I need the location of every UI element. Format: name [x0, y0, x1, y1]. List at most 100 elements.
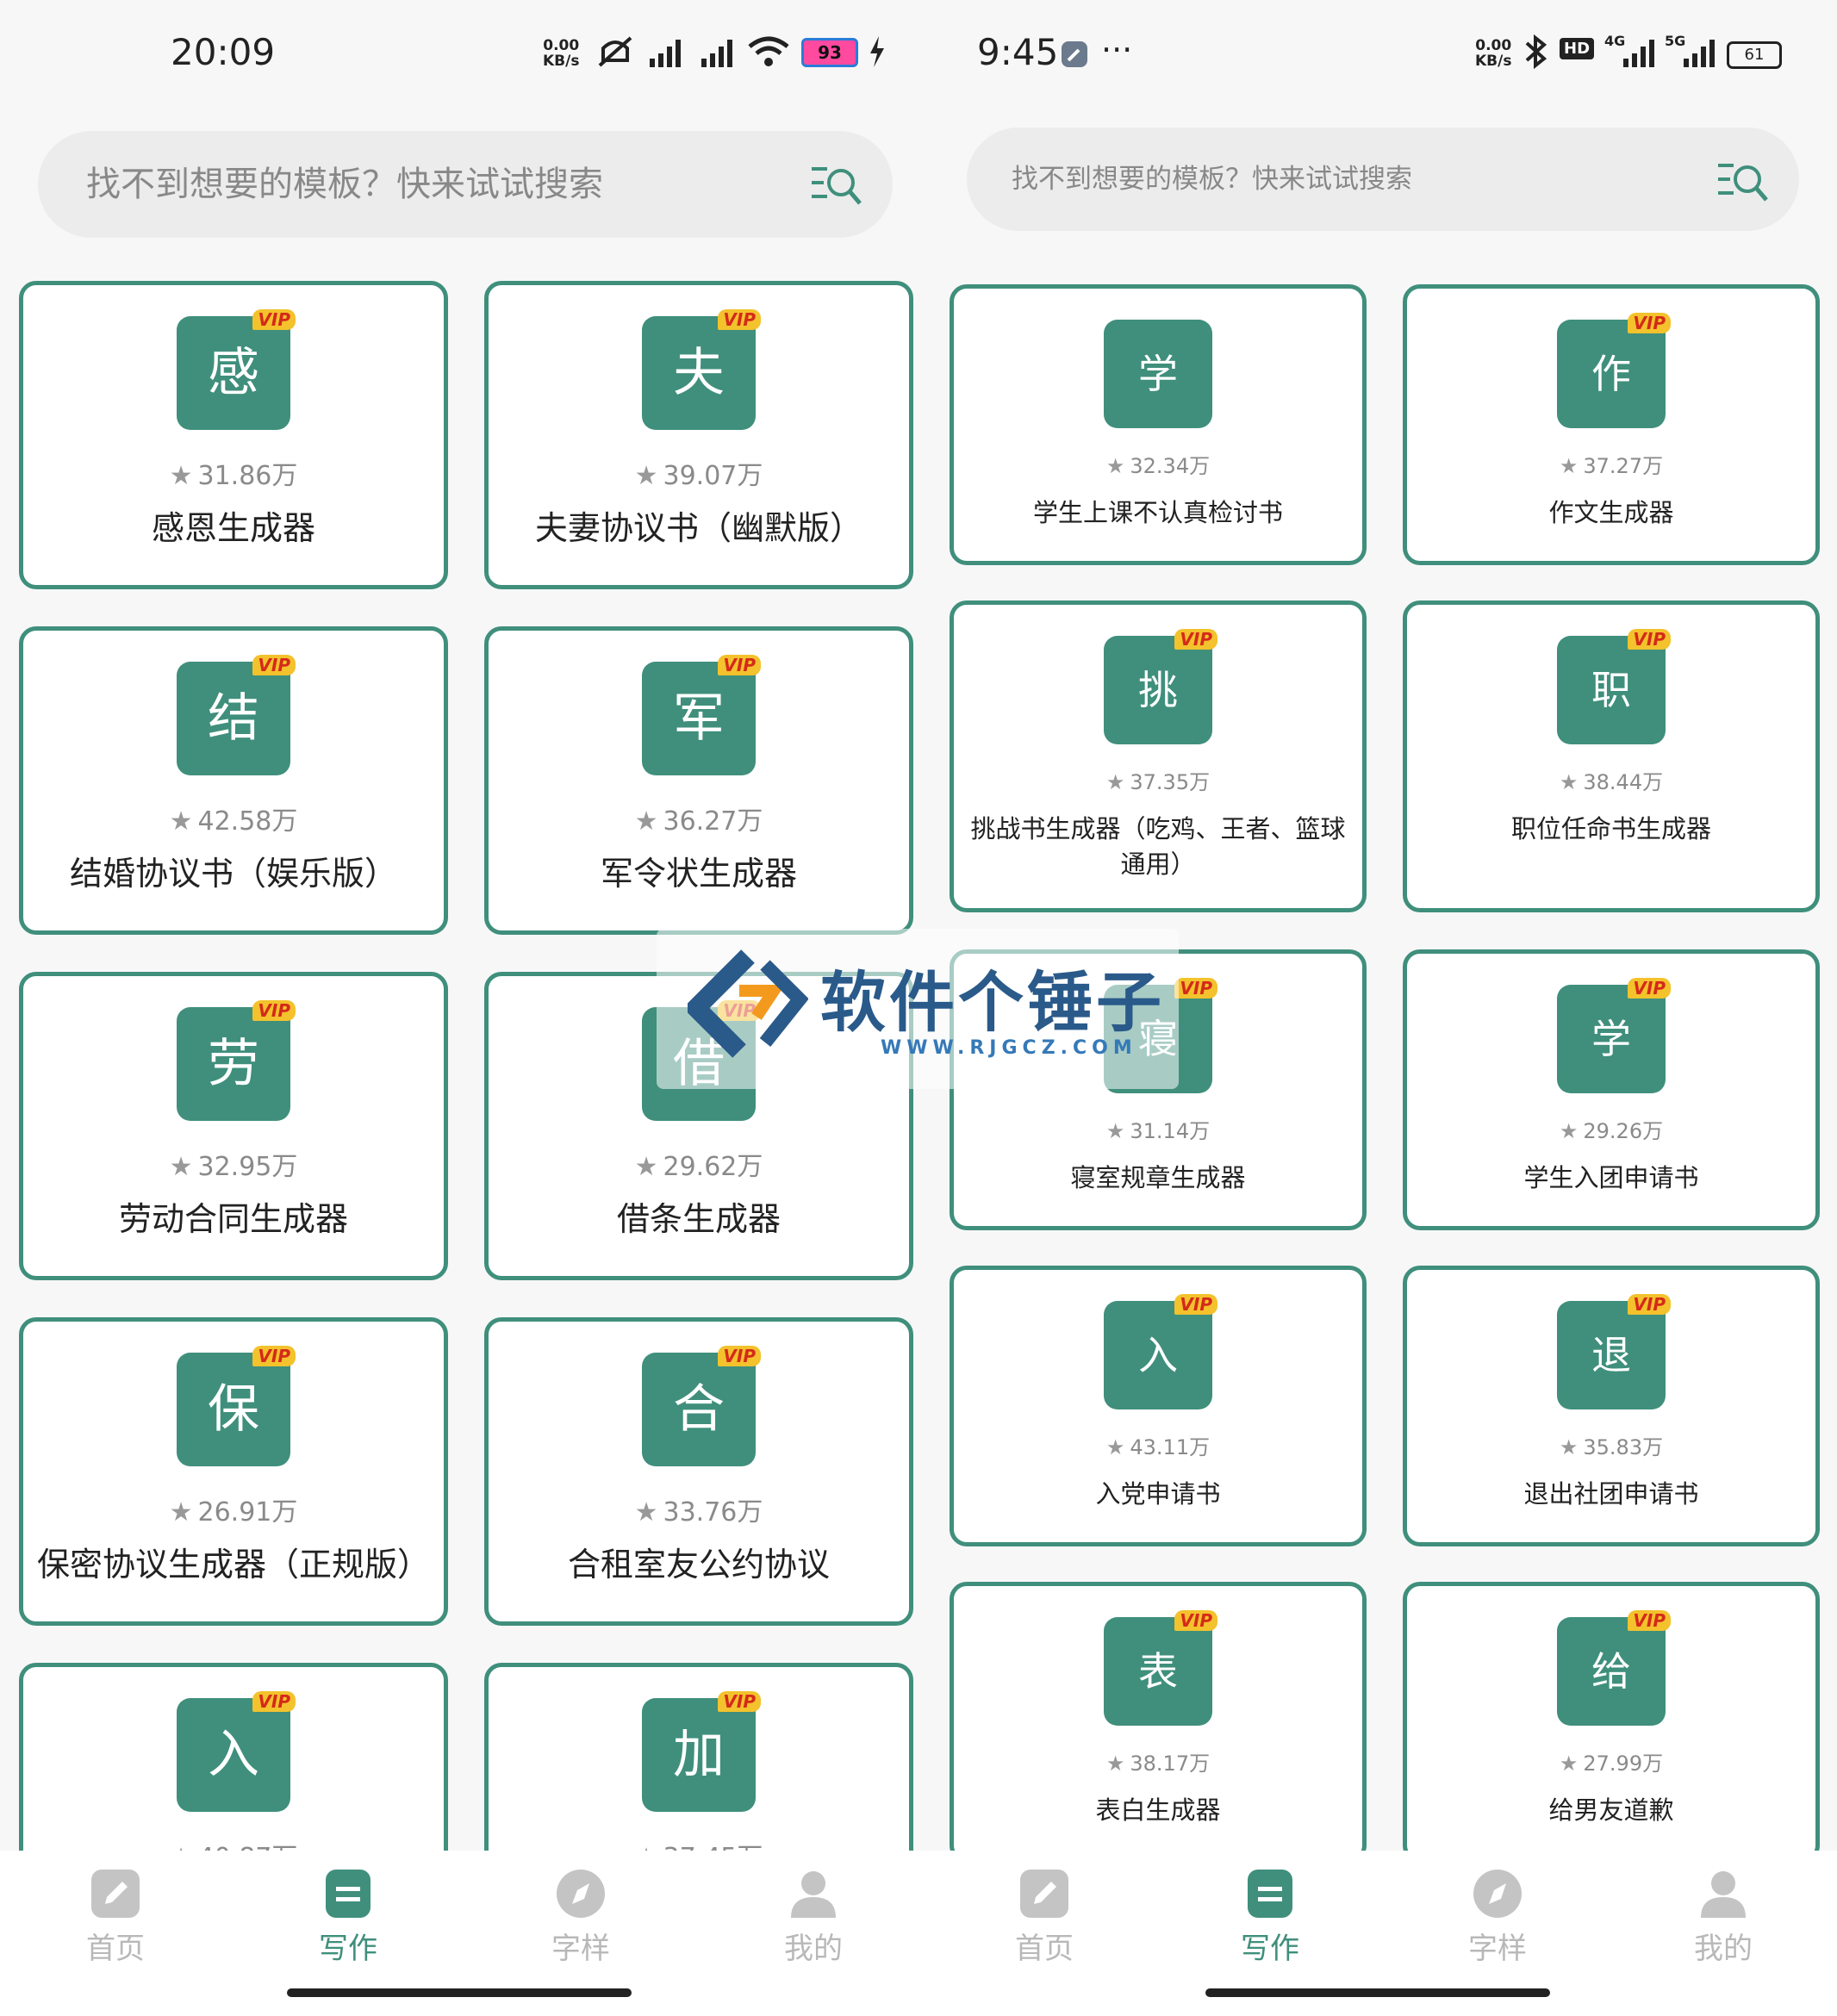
template-card[interactable]: 入 VIP ★ 43.11万 入党申请书 [950, 1266, 1367, 1546]
tab-label: 首页 [86, 1932, 145, 1966]
usage-count: ★ 43.11万 [954, 1430, 1362, 1460]
tab-compass[interactable]: 字样 [1424, 1851, 1571, 1980]
usage-count-value: 29.62万 [663, 1152, 763, 1182]
template-card[interactable]: 挑 VIP ★ 37.35万 挑战书生成器（吃鸡、王者、篮球通用） [950, 600, 1367, 912]
watermark-url: WWW.RJGCZ.COM [881, 1037, 1137, 1059]
template-icon: 感 VIP [177, 309, 296, 430]
usage-count-value: 36.27万 [663, 806, 763, 837]
template-icon: 表 VIP [1104, 1610, 1217, 1726]
usage-count-value: 40.87万 [198, 1843, 298, 1851]
template-title: 军令状生成器 [600, 855, 797, 893]
template-card[interactable]: 学 ★ 32.34万 学生上课不认真检讨书 [950, 284, 1367, 565]
vip-badge: VIP [1628, 313, 1671, 333]
tab-edit[interactable]: 首页 [42, 1851, 189, 1980]
writing-icon [1246, 1868, 1294, 1923]
tab-writing[interactable]: 写作 [1197, 1851, 1343, 1980]
template-title: 表白生成器 [1095, 1795, 1221, 1825]
template-icon-char: 学 [1591, 1016, 1631, 1062]
tab-user[interactable]: 我的 [740, 1851, 887, 1980]
star-icon: ★ [169, 461, 193, 491]
usage-count: ★ 42.58万 [23, 800, 444, 837]
watermark-title: 软件个锤子 [820, 964, 1165, 1041]
template-card[interactable]: 保 VIP ★ 26.91万 保密协议生成器（正规版） [19, 1317, 448, 1626]
template-card[interactable]: 给 VIP ★ 27.99万 给男友道歉 [1403, 1582, 1820, 1851]
usage-count: ★ 37.45万 [489, 1836, 909, 1851]
template-icon: 学 VIP [1557, 978, 1671, 1093]
template-card[interactable]: 军 VIP ★ 36.27万 军令状生成器 [484, 626, 913, 935]
template-icon-char: 加 [673, 1725, 725, 1785]
tab-label: 首页 [1015, 1932, 1074, 1966]
template-title: 挑战书生成器（吃鸡、王者、篮球通用） [970, 814, 1346, 879]
usage-count-value: 37.27万 [1583, 454, 1664, 478]
star-icon: ★ [1105, 1752, 1125, 1776]
template-icon: 加 VIP [642, 1691, 761, 1812]
template-card[interactable]: 结 VIP ★ 42.58万 结婚协议书（娱乐版） [19, 626, 448, 935]
tab-edit[interactable]: 首页 [971, 1851, 1118, 1980]
template-card[interactable]: 合 VIP ★ 33.76万 合租室友公约协议 [484, 1317, 913, 1626]
vip-badge: VIP [252, 309, 296, 330]
star-icon: ★ [1559, 1752, 1579, 1776]
usage-count-value: 33.76万 [663, 1497, 763, 1528]
edit-icon [1018, 1868, 1070, 1923]
template-card[interactable]: 职 VIP ★ 38.44万 职位任命书生成器 [1403, 600, 1820, 912]
usage-count: ★ 32.95万 [23, 1145, 444, 1183]
home-indicator [1205, 1988, 1550, 1997]
template-icon-char: 给 [1591, 1648, 1631, 1695]
template-title: 劳动合同生成器 [118, 1200, 348, 1238]
template-icon: 入 VIP [1104, 1294, 1217, 1409]
usage-count: ★ 29.62万 [489, 1145, 909, 1183]
template-card[interactable]: 学 VIP ★ 29.26万 学生入团申请书 [1403, 949, 1820, 1230]
template-title: 借条生成器 [616, 1200, 781, 1238]
template-card[interactable]: 表 VIP ★ 38.17万 表白生成器 [950, 1582, 1367, 1851]
usage-count: ★ 37.35万 [954, 765, 1362, 795]
star-icon: ★ [169, 1497, 193, 1528]
usage-count: ★ 38.17万 [954, 1746, 1362, 1776]
template-title: 学生入团申请书 [1523, 1163, 1699, 1192]
vip-badge: VIP [1628, 1294, 1671, 1315]
usage-count-value: 38.17万 [1130, 1752, 1211, 1776]
vip-badge: VIP [718, 1691, 761, 1712]
template-icon: 结 VIP [177, 655, 296, 775]
usage-count-value: 31.86万 [197, 461, 298, 491]
vip-badge: VIP [1628, 978, 1671, 999]
usage-count-value: 38.44万 [1583, 770, 1664, 794]
template-grid: 感 VIP ★ 31.86万 感恩生成器夫 VIP ★ 39.07万 夫妻协议书（幽默版）结 VI… [0, 0, 918, 1851]
tab-writing[interactable]: 写作 [275, 1851, 421, 1980]
template-card[interactable]: 夫 VIP ★ 39.07万 夫妻协议书（幽默版） [484, 281, 913, 589]
usage-count-value: 26.91万 [197, 1497, 298, 1528]
template-icon: 夫 VIP [642, 309, 761, 430]
template-icon-char: 表 [1138, 1648, 1178, 1695]
tab-compass[interactable]: 字样 [508, 1851, 654, 1980]
tab-user[interactable]: 我的 [1650, 1851, 1797, 1980]
template-title: 作文生成器 [1548, 498, 1674, 527]
usage-count: ★ 31.14万 [954, 1114, 1362, 1144]
usage-count: ★ 32.34万 [954, 449, 1362, 479]
template-icon: 职 VIP [1557, 629, 1671, 744]
template-title: 保密协议生成器（正规版） [36, 1546, 430, 1584]
template-grid: 学 ★ 32.34万 学生上课不认真检讨书作 VIP ★ 37.27万 作文生成器挑 VIP ★ 3… [918, 0, 1837, 1851]
template-icon: 入 VIP [177, 1691, 296, 1812]
template-title: 合租室友公约协议 [567, 1546, 830, 1584]
usage-count: ★ 29.26万 [1407, 1114, 1815, 1144]
template-card[interactable]: 感 VIP ★ 31.86万 感恩生成器 [19, 281, 448, 589]
usage-count-value: 39.07万 [663, 461, 763, 491]
watermark-logo: 软件个锤子 WWW.RJGCZ.COM [657, 929, 1179, 1089]
template-card[interactable]: 退 VIP ★ 35.83万 退出社团申请书 [1403, 1266, 1820, 1546]
usage-count: ★ 35.83万 [1407, 1430, 1815, 1460]
template-icon-char: 结 [208, 688, 259, 749]
template-title: 结婚协议书（娱乐版） [69, 855, 397, 893]
template-icon: 给 VIP [1557, 1610, 1671, 1726]
template-card[interactable]: 加 VIP ★ 37.45万 [484, 1663, 913, 1851]
vip-badge: VIP [718, 1346, 761, 1366]
template-card[interactable]: 劳 VIP ★ 32.95万 劳动合同生成器 [19, 972, 448, 1280]
template-card[interactable]: 入 VIP ★ 40.87万 [19, 1663, 448, 1851]
home-indicator [287, 1988, 632, 1997]
tab-label: 字样 [1468, 1932, 1527, 1966]
template-card[interactable]: 作 VIP ★ 37.27万 作文生成器 [1403, 284, 1820, 565]
compass-icon [555, 1868, 607, 1923]
star-icon: ★ [634, 461, 658, 491]
usage-count-value: 32.34万 [1130, 454, 1211, 478]
template-icon-char: 军 [673, 688, 725, 749]
tab-label: 写作 [319, 1932, 377, 1966]
template-icon: 劳 VIP [177, 1000, 296, 1121]
